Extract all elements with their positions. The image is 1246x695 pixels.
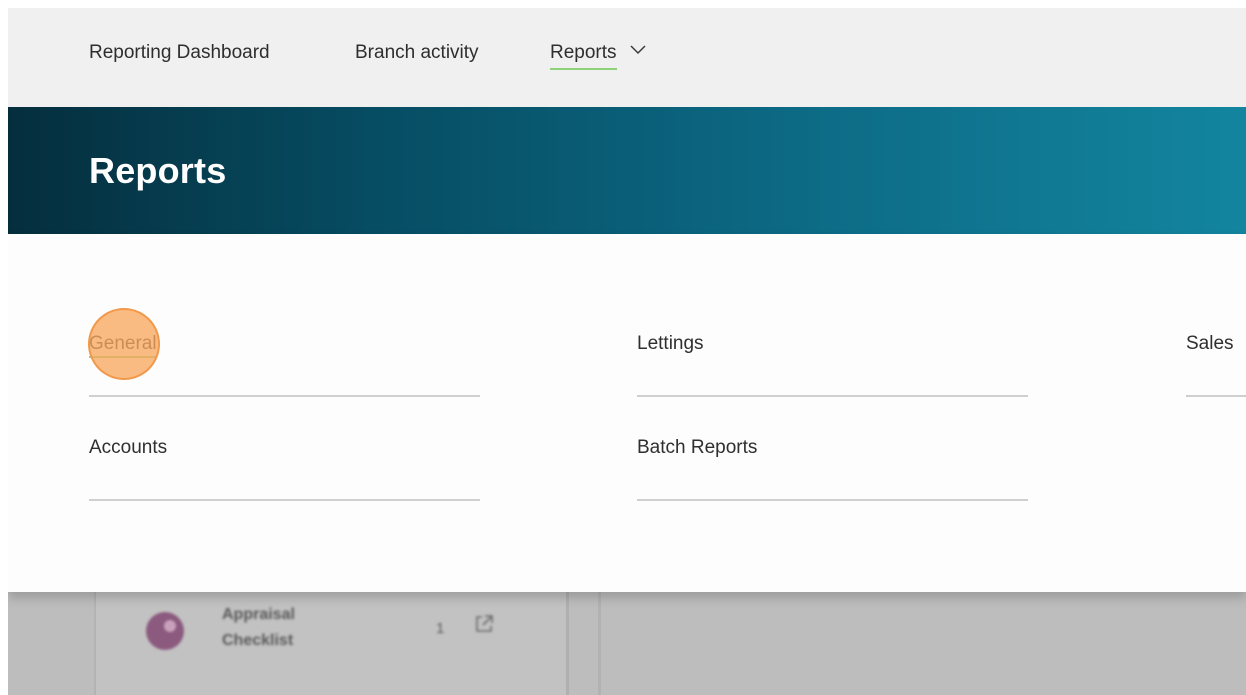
chevron-down-icon [630, 45, 646, 55]
menu-link-label: Sales [1186, 333, 1234, 354]
nav-item-reports[interactable]: Reports [550, 42, 646, 70]
menu-link-accounts[interactable]: Accounts [89, 437, 480, 501]
external-link-icon[interactable] [474, 614, 494, 634]
app-frame: Reporting Dashboard Branch activity Repo… [8, 8, 1246, 695]
menu-link-general[interactable]: General [89, 333, 480, 397]
background-content: Appraisal Checklist 1 [8, 582, 1246, 695]
top-navigation: Reporting Dashboard Branch activity Repo… [8, 8, 1246, 107]
background-divider [598, 592, 601, 695]
nav-item-reporting-dashboard[interactable]: Reporting Dashboard [89, 42, 270, 64]
nav-item-label: Reporting Dashboard [89, 42, 270, 63]
page-banner: Reports [8, 107, 1246, 234]
report-item-count: 1 [436, 620, 445, 637]
menu-link-sales[interactable]: Sales [1186, 333, 1246, 397]
menu-link-label: Accounts [89, 437, 168, 458]
menu-link-batch-reports[interactable]: Batch Reports [637, 437, 1028, 501]
report-card: Appraisal Checklist 1 [94, 582, 569, 695]
nav-item-label: Reports [550, 42, 617, 70]
menu-link-label: Batch Reports [637, 437, 758, 458]
reports-menu-panel: General Lettings Sales Accounts Batch Re… [8, 234, 1246, 592]
nav-item-label: Branch activity [355, 42, 479, 63]
menu-link-label: Lettings [637, 333, 704, 354]
report-avatar-icon [146, 612, 184, 650]
page-title: Reports [89, 150, 227, 191]
nav-item-branch-activity[interactable]: Branch activity [355, 42, 479, 64]
menu-link-label: General [89, 333, 157, 358]
report-item-title: Appraisal Checklist [222, 606, 295, 649]
menu-link-lettings[interactable]: Lettings [637, 333, 1028, 397]
